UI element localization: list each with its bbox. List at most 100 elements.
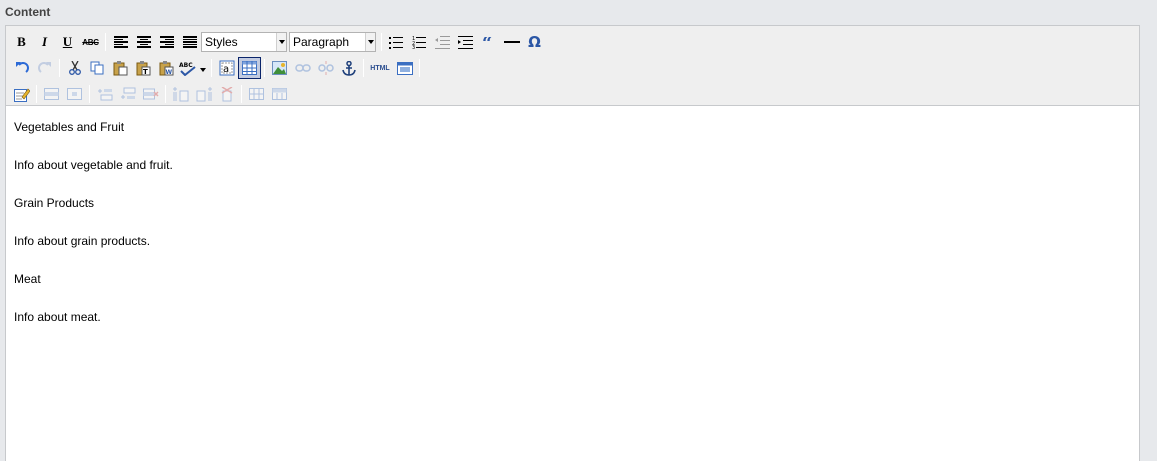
- field-label: Content: [5, 5, 51, 19]
- visual-chars-icon: a: [219, 60, 234, 76]
- quote-icon: “: [482, 37, 492, 47]
- toolbar-row-1: B I U ABC Styles Paragraph 1 2 3 Ω: [6, 29, 1139, 55]
- svg-text:“: “: [482, 37, 492, 47]
- separator: [165, 85, 166, 103]
- separator: [36, 85, 37, 103]
- separator: [89, 85, 90, 103]
- redo-button[interactable]: [33, 57, 56, 79]
- insert-table-button[interactable]: [10, 83, 33, 105]
- bullet-list-icon: [389, 36, 403, 49]
- svg-text:a: a: [223, 64, 229, 75]
- delete-col-button[interactable]: [215, 83, 238, 105]
- visual-aid-button[interactable]: [238, 57, 261, 79]
- special-char-button[interactable]: Ω: [523, 31, 546, 53]
- svg-text:W: W: [166, 69, 173, 76]
- anchor-icon: [341, 60, 356, 76]
- paragraph: Info about vegetable and fruit.: [14, 158, 173, 172]
- insert-image-button[interactable]: [268, 57, 291, 79]
- align-left-button[interactable]: [109, 31, 132, 53]
- undo-button[interactable]: [10, 57, 33, 79]
- bold-label: B: [17, 34, 26, 49]
- styles-select[interactable]: Styles: [201, 32, 287, 52]
- align-justify-button[interactable]: [178, 31, 201, 53]
- numbered-list-button[interactable]: 123: [408, 31, 431, 53]
- separator: [264, 59, 265, 77]
- visual-chars-button[interactable]: a: [215, 57, 238, 79]
- merge-cells-button[interactable]: [268, 83, 291, 105]
- merge-cells-icon: [272, 88, 287, 100]
- image-icon: [272, 61, 287, 75]
- paste-word-icon: W: [159, 60, 174, 76]
- underline-button[interactable]: U: [56, 31, 79, 53]
- separator: [419, 59, 420, 77]
- anchor-button[interactable]: [337, 57, 360, 79]
- italic-button[interactable]: I: [33, 31, 56, 53]
- align-center-button[interactable]: [132, 31, 155, 53]
- styles-select-value: Styles: [205, 35, 238, 49]
- bullet-list-button[interactable]: [385, 31, 408, 53]
- spellcheck-button[interactable]: ABC: [178, 57, 208, 79]
- horizontal-rule-button[interactable]: [500, 31, 523, 53]
- separator: [59, 59, 60, 77]
- cut-button[interactable]: [63, 57, 86, 79]
- rich-text-editor: B I U ABC Styles Paragraph 1 2 3 Ω T W A…: [5, 25, 1140, 461]
- table-grid-icon: [242, 61, 257, 75]
- toolbar-row-2: T W ABC a HTML: [6, 55, 1139, 81]
- edit-table-icon: [13, 88, 30, 102]
- paragraph: Meat: [14, 272, 41, 286]
- strikethrough-button[interactable]: ABC: [79, 31, 102, 53]
- delete-row-icon: [142, 88, 159, 100]
- bold-button[interactable]: B: [10, 31, 33, 53]
- indent-button[interactable]: [454, 31, 477, 53]
- row-props-button[interactable]: [40, 83, 63, 105]
- separator: [381, 33, 382, 51]
- delete-row-button[interactable]: [139, 83, 162, 105]
- redo-icon: [37, 62, 51, 73]
- align-right-icon: [159, 36, 174, 48]
- separator: [363, 59, 364, 77]
- cell-props-button[interactable]: [63, 83, 86, 105]
- delete-col-icon: [221, 86, 232, 101]
- chevron-down-icon: [365, 33, 375, 51]
- blockquote-button[interactable]: “: [477, 31, 500, 53]
- row-after-button[interactable]: [116, 83, 139, 105]
- align-right-button[interactable]: [155, 31, 178, 53]
- insert-col-after-icon: [196, 86, 212, 101]
- copy-button[interactable]: [86, 57, 109, 79]
- format-select-value: Paragraph: [293, 35, 350, 49]
- cell-props-icon: [67, 88, 82, 100]
- insert-row-before-icon: [97, 89, 112, 101]
- split-cells-icon: [249, 88, 264, 100]
- row-before-button[interactable]: [93, 83, 116, 105]
- paragraph: Vegetables and Fruit: [14, 120, 125, 134]
- col-before-button[interactable]: [169, 83, 192, 105]
- unlink-button[interactable]: [314, 57, 337, 79]
- insert-col-before-icon: [172, 86, 188, 101]
- insert-link-button[interactable]: [291, 57, 314, 79]
- horizontal-rule-icon: [503, 41, 520, 43]
- paste-icon: [113, 60, 128, 75]
- align-justify-icon: [182, 36, 197, 48]
- html-source-button[interactable]: HTML: [367, 57, 393, 79]
- split-cells-button[interactable]: [245, 83, 268, 105]
- paste-text-icon: T: [136, 60, 151, 76]
- format-select[interactable]: Paragraph: [289, 32, 376, 52]
- row-props-icon: [44, 88, 59, 100]
- insert-row-after-icon: [120, 87, 135, 99]
- chevron-down-icon: [276, 33, 286, 51]
- editor-content-area[interactable]: Vegetables and Fruit Info about vegetabl…: [6, 106, 1139, 358]
- paste-text-button[interactable]: T: [132, 57, 155, 79]
- underline-label: U: [62, 34, 73, 49]
- outdent-button[interactable]: [431, 31, 454, 53]
- scissors-icon: [68, 61, 81, 75]
- unlink-icon: [317, 61, 334, 75]
- paragraph: Info about meat.: [14, 310, 101, 324]
- separator: [241, 85, 242, 103]
- fullscreen-button[interactable]: [393, 57, 416, 79]
- col-after-button[interactable]: [192, 83, 215, 105]
- html-label: HTML: [370, 64, 390, 72]
- paragraph: Grain Products: [14, 196, 95, 210]
- paste-word-button[interactable]: W: [155, 57, 178, 79]
- fullscreen-icon: [396, 61, 413, 75]
- paste-button[interactable]: [109, 57, 132, 79]
